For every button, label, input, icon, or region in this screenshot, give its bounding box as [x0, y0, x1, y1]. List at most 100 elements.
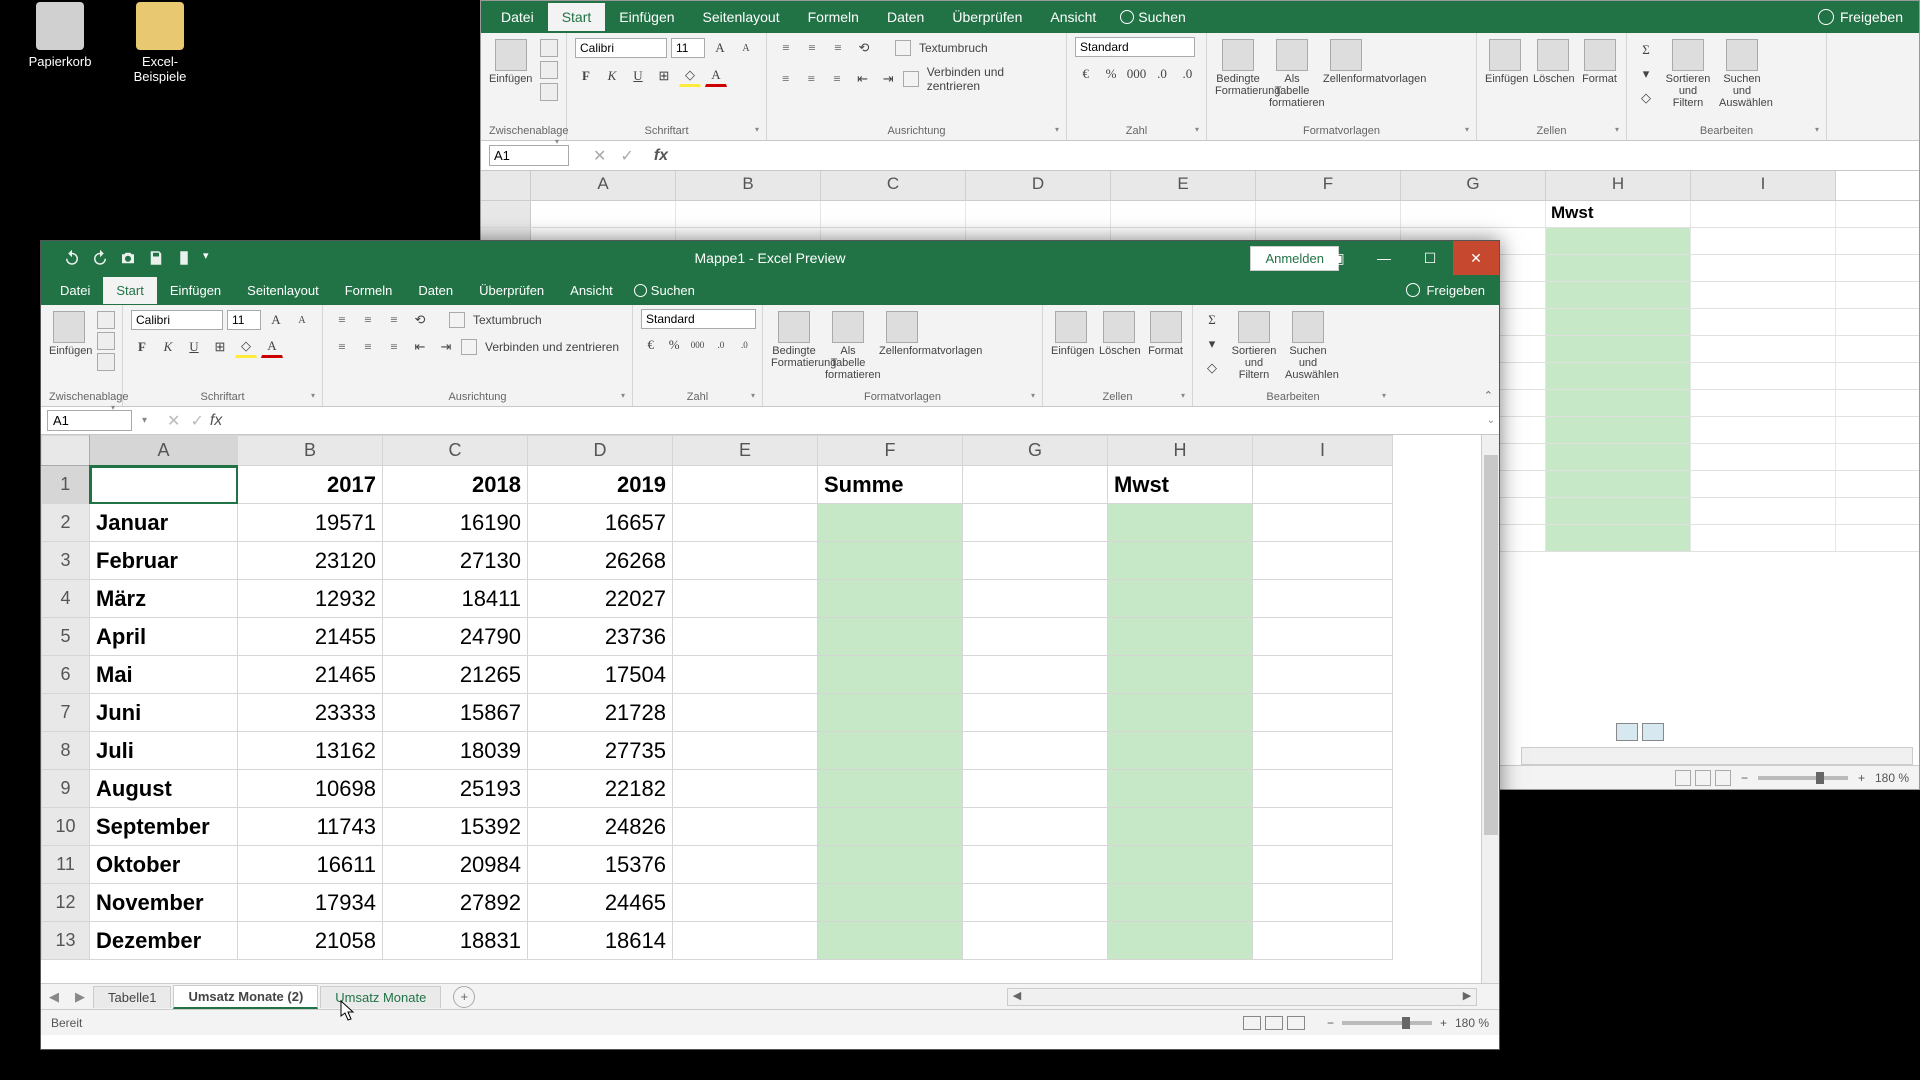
- underline-button[interactable]: U: [183, 336, 205, 358]
- cell-value[interactable]: 15392: [383, 808, 528, 846]
- qat-customize-icon[interactable]: ▾: [203, 249, 209, 267]
- paste-options-icon[interactable]: [1616, 723, 1638, 741]
- cell-summe[interactable]: [818, 770, 963, 808]
- zoom-level[interactable]: 180 %: [1455, 1016, 1489, 1030]
- align-right-icon[interactable]: ≡: [826, 68, 848, 90]
- cell-summe[interactable]: [818, 504, 963, 542]
- cell-value[interactable]: 21455: [238, 618, 383, 656]
- col-header-g[interactable]: G: [963, 436, 1108, 466]
- zoom-out-icon[interactable]: −: [1741, 771, 1748, 785]
- row-header[interactable]: 13: [42, 922, 90, 960]
- cell-month[interactable]: August: [90, 770, 238, 808]
- format-cells-button[interactable]: Format: [1147, 309, 1184, 357]
- cell-month[interactable]: Juni: [90, 694, 238, 732]
- cell-mwst[interactable]: [1108, 884, 1253, 922]
- cell-mwst[interactable]: [1108, 656, 1253, 694]
- row-header[interactable]: 4: [42, 580, 90, 618]
- underline-button[interactable]: U: [627, 65, 649, 87]
- col-header[interactable]: E: [1111, 171, 1256, 200]
- fill-color-icon[interactable]: ◇: [235, 336, 257, 358]
- cell-value[interactable]: 16657: [528, 504, 673, 542]
- currency-icon[interactable]: €: [641, 334, 660, 356]
- tab-seitenlayout[interactable]: Seitenlayout: [234, 277, 332, 304]
- align-center-icon[interactable]: ≡: [801, 68, 823, 90]
- cell-mwst[interactable]: [1108, 922, 1253, 960]
- fx-icon[interactable]: fx: [654, 147, 674, 165]
- row-header[interactable]: 2: [42, 504, 90, 542]
- align-middle-icon[interactable]: ≡: [801, 37, 823, 59]
- number-format-select[interactable]: [641, 309, 756, 329]
- cell-value[interactable]: 17504: [528, 656, 673, 694]
- row-header[interactable]: 9: [42, 770, 90, 808]
- comma-icon[interactable]: 000: [688, 334, 707, 356]
- orientation-icon[interactable]: ⟲: [853, 37, 875, 59]
- cell-value[interactable]: 27735: [528, 732, 673, 770]
- fx-icon[interactable]: fx: [210, 412, 222, 430]
- tab-formeln[interactable]: Formeln: [794, 3, 873, 31]
- cell-value[interactable]: 13162: [238, 732, 383, 770]
- col-header[interactable]: I: [1691, 171, 1836, 200]
- cell-month[interactable]: März: [90, 580, 238, 618]
- collapse-ribbon-icon[interactable]: ⌃: [1484, 389, 1493, 402]
- cell-month[interactable]: November: [90, 884, 238, 922]
- tab-seitenlayout[interactable]: Seitenlayout: [689, 3, 794, 31]
- align-right-icon[interactable]: ≡: [383, 336, 405, 358]
- align-top-icon[interactable]: ≡: [775, 37, 797, 59]
- cell-value[interactable]: 17934: [238, 884, 383, 922]
- cell-summe[interactable]: [818, 922, 963, 960]
- vertical-scrollbar[interactable]: [1481, 435, 1499, 983]
- col-header[interactable]: C: [821, 171, 966, 200]
- cut-icon[interactable]: [97, 311, 115, 329]
- paste-button[interactable]: Einfügen: [489, 37, 532, 85]
- cell-h1[interactable]: Mwst: [1546, 201, 1691, 227]
- align-bottom-icon[interactable]: ≡: [383, 309, 405, 331]
- percent-icon[interactable]: %: [664, 334, 683, 356]
- format-as-table-button[interactable]: Als Tabelle formatieren: [825, 309, 871, 381]
- col-header[interactable]: H: [1546, 171, 1691, 200]
- zoom-slider[interactable]: [1758, 776, 1848, 780]
- wrap-text-icon[interactable]: [895, 40, 911, 56]
- tab-ueberpruefen[interactable]: Überprüfen: [466, 277, 557, 304]
- tab-start[interactable]: Start: [103, 277, 156, 304]
- enter-formula-icon[interactable]: ✓: [190, 411, 203, 431]
- desktop-folder-excel[interactable]: Excel-Beispiele: [120, 2, 200, 84]
- tab-ansicht[interactable]: Ansicht: [1036, 3, 1110, 31]
- row-header[interactable]: 6: [42, 656, 90, 694]
- row-header[interactable]: 10: [42, 808, 90, 846]
- zoom-out-icon[interactable]: −: [1327, 1016, 1334, 1030]
- number-format-select[interactable]: [1075, 37, 1195, 57]
- cell-mwst[interactable]: [1108, 732, 1253, 770]
- col-header-a[interactable]: A: [90, 436, 238, 466]
- touch-mode-icon[interactable]: [175, 249, 193, 267]
- cell-mwst[interactable]: [1108, 542, 1253, 580]
- col-header-f[interactable]: F: [818, 436, 963, 466]
- sheet-tab[interactable]: Umsatz Monate: [320, 986, 441, 1008]
- clear-icon[interactable]: ◇: [1201, 357, 1223, 379]
- cell-value[interactable]: 15867: [383, 694, 528, 732]
- cell-month[interactable]: April: [90, 618, 238, 656]
- share-button[interactable]: Freigeben: [1406, 283, 1485, 298]
- cell-value[interactable]: 23736: [528, 618, 673, 656]
- fill-color-icon[interactable]: ◇: [679, 65, 701, 87]
- tab-einfuegen[interactable]: Einfügen: [157, 277, 234, 304]
- cell-value[interactable]: 21058: [238, 922, 383, 960]
- font-name-select[interactable]: [131, 310, 223, 330]
- tab-formeln[interactable]: Formeln: [332, 277, 406, 304]
- cell-value[interactable]: 26268: [528, 542, 673, 580]
- tell-me-search[interactable]: Suchen: [1120, 9, 1185, 25]
- font-size-select[interactable]: [671, 38, 705, 58]
- cell-summe[interactable]: [818, 846, 963, 884]
- italic-button[interactable]: K: [601, 65, 623, 87]
- conditional-formatting-button[interactable]: Bedingte Formatierung: [1215, 37, 1261, 97]
- cell-mwst[interactable]: [1108, 846, 1253, 884]
- name-box[interactable]: [489, 145, 569, 166]
- align-left-icon[interactable]: ≡: [775, 68, 797, 90]
- cut-icon[interactable]: [540, 39, 558, 57]
- name-box[interactable]: [47, 410, 132, 431]
- cell-value[interactable]: 25193: [383, 770, 528, 808]
- decrease-font-icon[interactable]: A: [291, 309, 313, 331]
- row-header[interactable]: 5: [42, 618, 90, 656]
- cell-value[interactable]: 21465: [238, 656, 383, 694]
- cell-month[interactable]: Januar: [90, 504, 238, 542]
- cell-value[interactable]: 22027: [528, 580, 673, 618]
